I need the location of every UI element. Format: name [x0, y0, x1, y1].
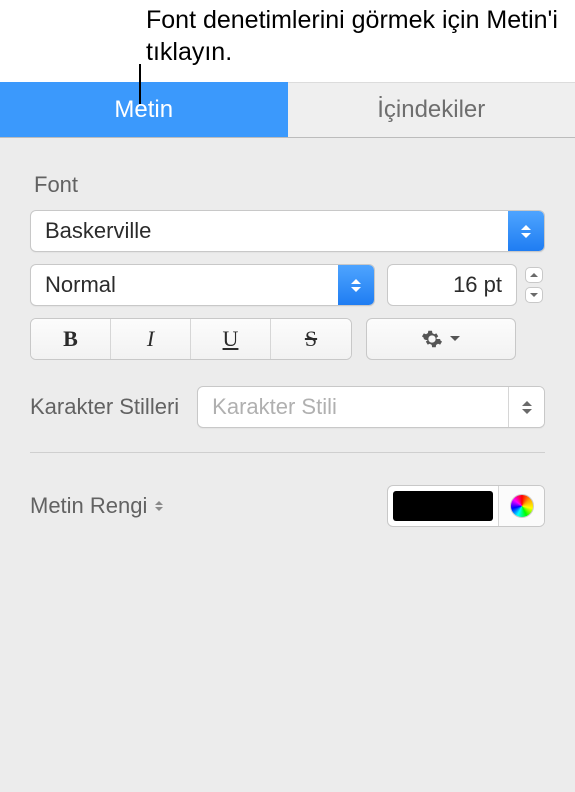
chevron-updown-icon — [155, 501, 163, 511]
text-color-label: Metin Rengi — [30, 493, 147, 519]
tab-contents-label: İçindekiler — [377, 96, 485, 123]
italic-button[interactable]: I — [111, 319, 191, 359]
advanced-options-button[interactable] — [366, 318, 516, 360]
font-family-select[interactable]: Baskerville — [30, 210, 545, 252]
divider — [30, 452, 545, 453]
callout-pointer — [139, 64, 141, 104]
stepper-down-icon[interactable] — [525, 287, 543, 303]
text-color-swatch[interactable] — [388, 486, 498, 526]
tab-text[interactable]: Metin — [0, 82, 288, 137]
chevron-down-icon — [449, 335, 461, 343]
chevron-updown-icon — [508, 211, 544, 251]
font-style-select[interactable]: Normal — [30, 264, 375, 306]
format-panel: Font Baskerville Normal 16 pt B I U — [0, 138, 575, 792]
character-style-select[interactable]: Karakter Stili — [197, 386, 545, 428]
chevron-updown-icon — [508, 387, 544, 427]
text-color-popup[interactable]: Metin Rengi — [30, 493, 163, 519]
font-size-value: 16 pt — [453, 272, 502, 298]
underline-button[interactable]: U — [191, 319, 271, 359]
stepper-up-icon[interactable] — [525, 267, 543, 283]
text-color-well-group — [387, 485, 545, 527]
strikethrough-button[interactable]: S — [271, 319, 351, 359]
color-picker-button[interactable] — [498, 486, 544, 526]
font-style-value: Normal — [31, 272, 338, 298]
font-size-field[interactable]: 16 pt — [387, 264, 517, 306]
font-size-stepper[interactable] — [523, 264, 545, 306]
text-style-segmented: B I U S — [30, 318, 352, 360]
tab-bar: Metin İçindekiler — [0, 82, 575, 138]
callout-text: Font denetimlerini görmek için Metin'i t… — [0, 0, 575, 82]
character-style-placeholder: Karakter Stili — [198, 394, 508, 420]
tab-contents[interactable]: İçindekiler — [288, 82, 575, 137]
font-family-value: Baskerville — [31, 218, 508, 244]
bold-button[interactable]: B — [31, 319, 111, 359]
gear-icon — [421, 328, 443, 350]
character-styles-label: Karakter Stilleri — [30, 394, 179, 420]
font-section-label: Font — [30, 138, 545, 210]
chevron-updown-icon — [338, 265, 374, 305]
color-swatch-value — [393, 491, 493, 521]
tab-text-label: Metin — [114, 96, 173, 123]
color-wheel-icon — [510, 494, 534, 518]
